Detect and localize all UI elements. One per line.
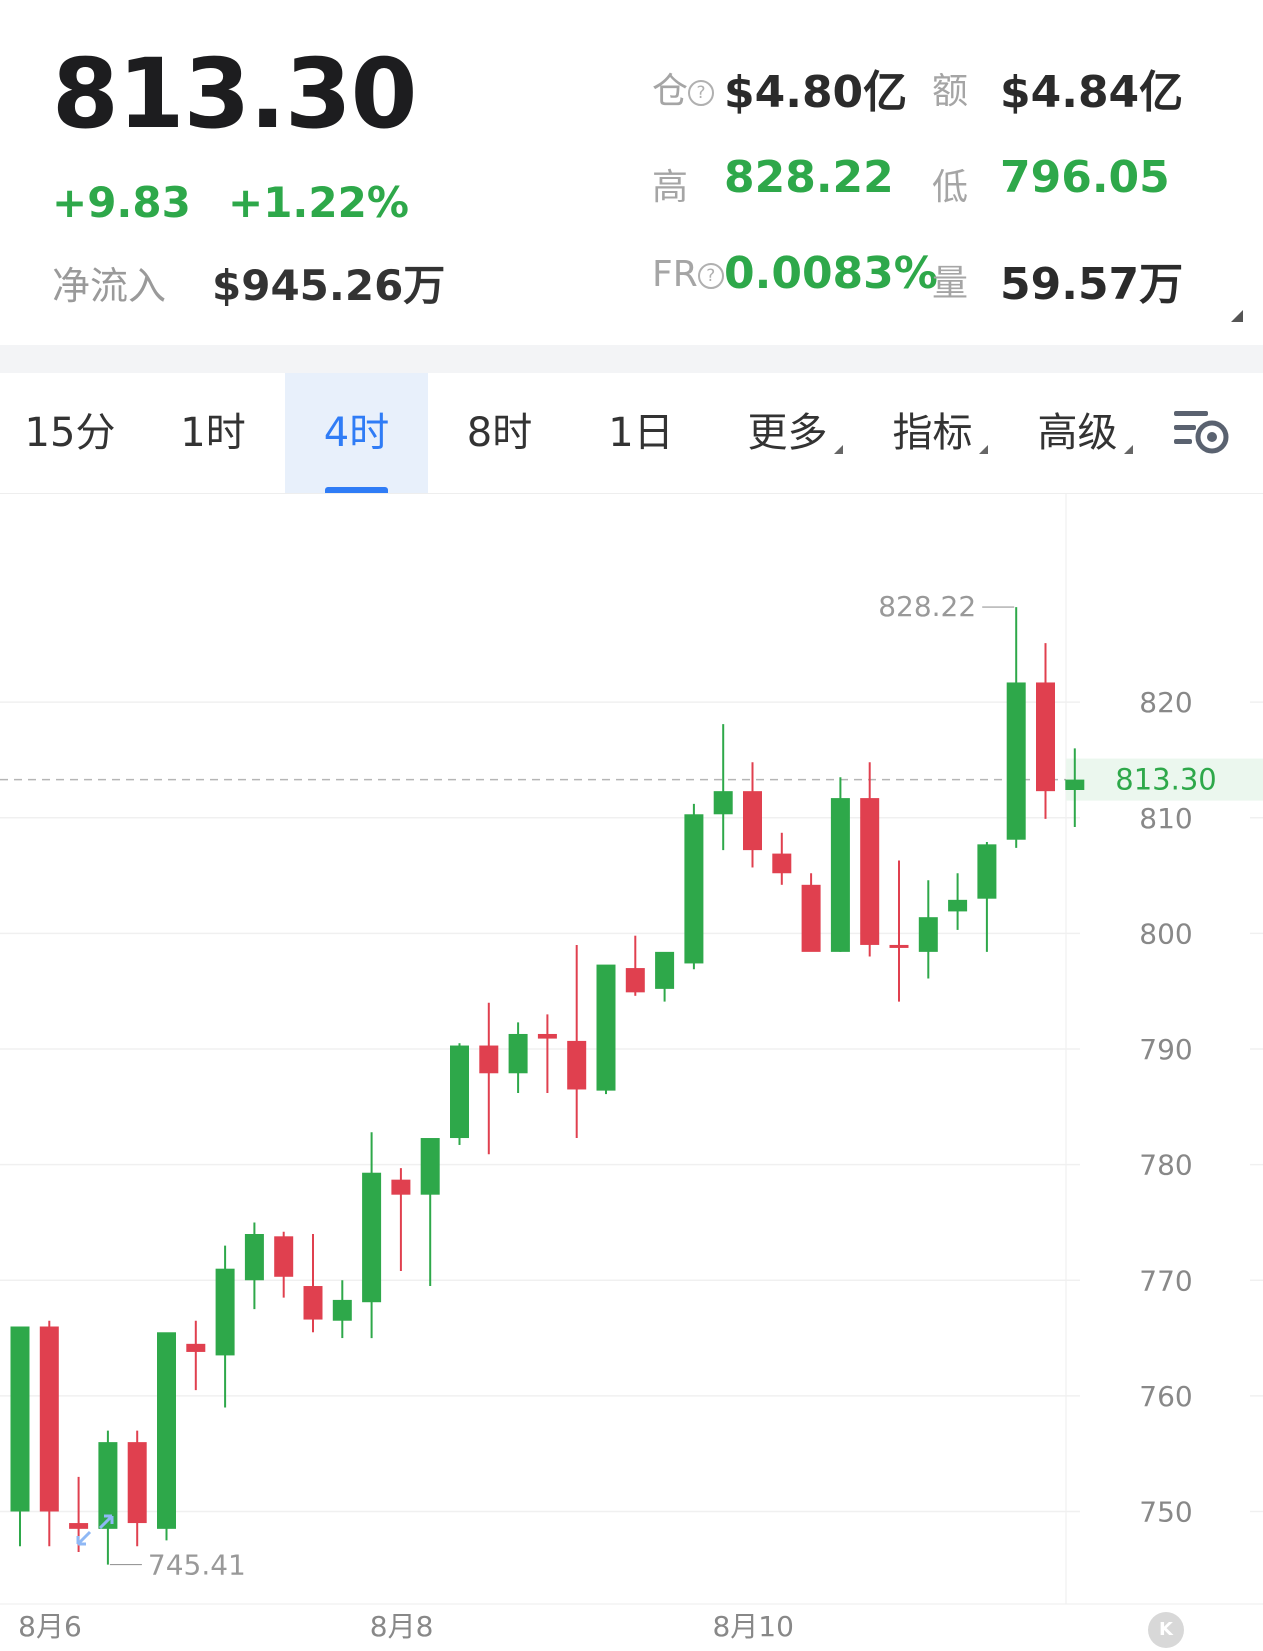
low-value: 796.05 [1000, 152, 1170, 203]
candle-body[interactable] [801, 884, 821, 952]
tab-indicators[interactable]: 指标 [870, 373, 1010, 493]
x-tick-label: 8月8 [370, 1610, 434, 1643]
dropdown-triangle-icon [978, 445, 988, 454]
net-inflow-label: 净流入 [52, 264, 167, 308]
price-change-percent: +1.22% [228, 178, 409, 227]
chart-settings-icon[interactable] [1172, 405, 1232, 461]
high-label: 高 [652, 167, 689, 208]
amount-value: $4.84亿 [1000, 67, 1184, 118]
tab-4h[interactable]: 4时 [285, 373, 428, 493]
tab-label: 1日 [608, 410, 674, 456]
volume-value: 59.57万 [1000, 259, 1184, 310]
candle-body[interactable] [479, 1045, 499, 1074]
candle-body[interactable] [69, 1523, 89, 1529]
tab-label: 1时 [180, 410, 246, 456]
tab-advanced[interactable]: 高级 [1015, 373, 1155, 493]
high-value: 828.22 [724, 152, 894, 203]
candle-body[interactable] [948, 899, 968, 912]
candle-body[interactable] [10, 1326, 30, 1512]
candle-body[interactable] [567, 1040, 587, 1090]
tab-1h[interactable]: 1时 [143, 373, 283, 493]
y-tick-label: 750 [1139, 1496, 1192, 1529]
funding-rate-label[interactable]: FR? [652, 254, 724, 295]
candle-body[interactable] [772, 853, 792, 874]
y-tick-label: 770 [1139, 1264, 1192, 1297]
tab-label: 高级 [1037, 410, 1118, 456]
funding-rate-value: 0.0083% [724, 248, 938, 299]
candle-body[interactable] [918, 917, 938, 952]
candle-body[interactable] [537, 1033, 557, 1039]
y-tick-label: 810 [1139, 802, 1192, 835]
candle-body[interactable] [860, 798, 880, 945]
candle-body[interactable] [244, 1234, 264, 1281]
tab-15m[interactable]: 15分 [0, 373, 140, 493]
candle-body[interactable] [889, 944, 909, 948]
candle-body[interactable] [596, 964, 616, 1091]
net-inflow-value: $945.26万 [212, 261, 446, 310]
candle-body[interactable] [1036, 682, 1055, 792]
tab-label: 4时 [323, 410, 390, 456]
volume-label: 量 [932, 263, 969, 304]
k-logo-icon[interactable]: K [1148, 1612, 1184, 1648]
candlestick-chart[interactable]: 750 760 770 780 790 800 810 820 8月6 8月8 8月10 813.30… [0, 494, 1263, 1651]
candle-body[interactable] [977, 844, 997, 899]
y-tick-label: 760 [1139, 1380, 1192, 1413]
candle-body[interactable] [127, 1442, 147, 1524]
y-tick-label: 820 [1139, 686, 1192, 719]
candle-body[interactable] [655, 951, 675, 989]
open-interest-value: $4.80亿 [724, 67, 908, 118]
candle-body[interactable] [1006, 682, 1026, 840]
min-marker-label: 745.41 [148, 1549, 246, 1582]
candle-body[interactable] [450, 1045, 469, 1139]
candle-body[interactable] [186, 1343, 206, 1352]
question-circle-icon[interactable]: ? [697, 263, 724, 289]
open-interest-label-text: 仓 [652, 71, 689, 112]
candle-body[interactable] [420, 1138, 440, 1195]
last-price: 813.30 [52, 38, 417, 150]
ticker-header: 813.30 +9.83 +1.22% 净流入 $945.26万 仓? $4.8… [0, 0, 1263, 345]
low-label: 低 [932, 167, 969, 208]
tab-1d[interactable]: 1日 [571, 373, 711, 493]
candle-body[interactable] [743, 791, 762, 851]
last-price-label: 813.30 [1115, 763, 1216, 797]
section-divider [0, 345, 1263, 373]
question-circle-icon[interactable]: ? [688, 80, 715, 106]
y-tick-label: 800 [1139, 917, 1192, 950]
candle-body[interactable] [362, 1172, 382, 1303]
candle-body[interactable] [625, 968, 645, 993]
y-tick-label: 780 [1139, 1149, 1192, 1182]
candle-body[interactable] [39, 1326, 59, 1512]
candle-body[interactable] [508, 1033, 528, 1074]
active-tab-indicator [325, 487, 388, 493]
candle-body[interactable] [830, 798, 850, 952]
tab-label: 更多 [747, 410, 828, 456]
x-tick-label: 8月6 [18, 1610, 82, 1643]
interval-tabs: 15分 1时 4时 8时 1日 更多 指标 高级 [0, 373, 1263, 494]
open-interest-label[interactable]: 仓? [652, 62, 715, 114]
x-tick-label: 8月10 [712, 1610, 793, 1643]
max-marker-label: 828.22 [878, 590, 976, 623]
y-tick-label: 790 [1139, 1033, 1192, 1066]
candle-body[interactable] [157, 1332, 176, 1529]
dropdown-triangle-icon [833, 445, 843, 454]
funding-rate-label-text: FR [652, 254, 698, 295]
candle-body[interactable] [713, 791, 733, 815]
candle-body[interactable] [332, 1299, 352, 1321]
tab-label: 15分 [24, 410, 116, 456]
tab-8h[interactable]: 8时 [428, 373, 571, 493]
candle-body[interactable] [684, 814, 704, 964]
tab-label: 8时 [466, 410, 533, 456]
amount-label: 额 [932, 71, 969, 112]
tab-more[interactable]: 更多 [725, 373, 865, 493]
candle-body[interactable] [1065, 779, 1085, 790]
expand-corner-icon[interactable] [1231, 310, 1243, 322]
candle-body[interactable] [274, 1236, 294, 1277]
candle-body[interactable] [303, 1286, 323, 1320]
tab-label: 指标 [892, 410, 973, 456]
dropdown-triangle-icon [1123, 445, 1133, 454]
price-change: +9.83 [52, 178, 191, 227]
candle-body[interactable] [391, 1179, 411, 1195]
candle-body[interactable] [215, 1268, 235, 1356]
